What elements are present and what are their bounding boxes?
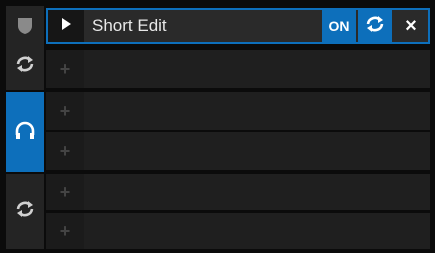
close-icon: ×: [405, 14, 417, 37]
plus-icon: +: [59, 220, 71, 241]
rail-group-headphones[interactable]: [6, 92, 44, 172]
plus-icon: +: [59, 100, 71, 121]
plus-icon: +: [59, 58, 71, 79]
rail-group-top[interactable]: [6, 6, 44, 90]
plus-icon: +: [59, 181, 71, 202]
on-toggle-button[interactable]: ON: [322, 10, 356, 42]
loop-icon[interactable]: [14, 54, 36, 79]
add-slot-button[interactable]: +: [46, 50, 84, 88]
play-button[interactable]: [48, 10, 84, 42]
plus-icon: +: [59, 140, 71, 161]
add-slot-button[interactable]: +: [46, 174, 84, 210]
slot-row[interactable]: +: [46, 92, 430, 130]
add-slot-button[interactable]: +: [46, 213, 84, 249]
loop-button[interactable]: [358, 10, 392, 42]
rail-group-bottom[interactable]: [6, 174, 44, 249]
slot-title: Short Edit: [92, 16, 167, 35]
loop-icon[interactable]: [14, 199, 36, 224]
slot-row-active[interactable]: Short Edit ON ×: [46, 8, 430, 44]
sampler-panel: Short Edit ON × + + + + +: [0, 0, 435, 253]
left-rail: [6, 6, 44, 249]
close-button[interactable]: ×: [394, 10, 428, 42]
add-slot-button[interactable]: +: [46, 92, 84, 130]
slot-row[interactable]: +: [46, 50, 430, 88]
slot-row[interactable]: +: [46, 132, 430, 170]
add-slot-button[interactable]: +: [46, 132, 84, 170]
shield-icon: [17, 17, 33, 40]
play-icon: [61, 17, 71, 35]
headphones-icon: [14, 120, 36, 145]
slot-row[interactable]: +: [46, 174, 430, 210]
slot-row[interactable]: +: [46, 213, 430, 249]
loop-icon: [364, 14, 386, 39]
